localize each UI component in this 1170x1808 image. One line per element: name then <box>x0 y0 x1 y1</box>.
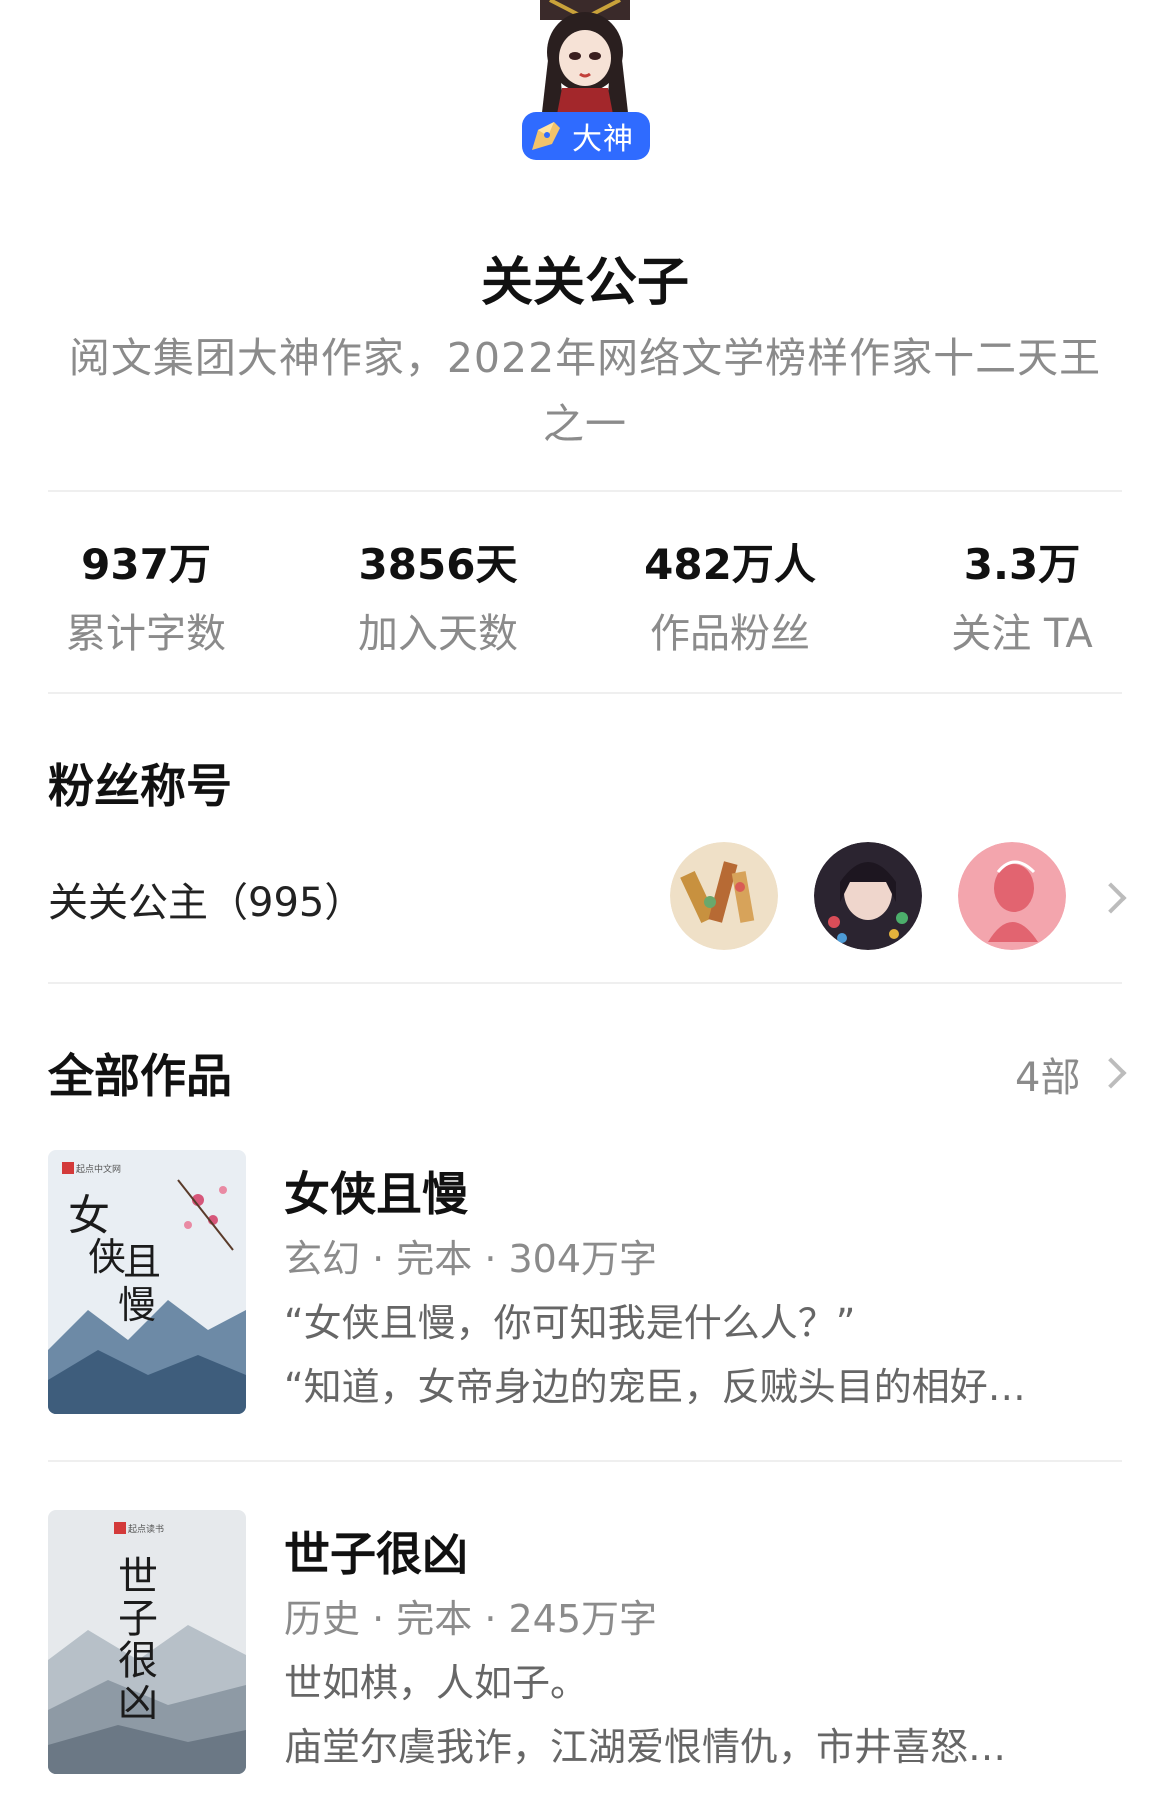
book-meta: 历史 · 完本 · 245万字 <box>284 1597 658 1641</box>
book-item[interactable]: 起点中文网 女 侠 且 慢 女侠且慢 玄幻 · 完本 · 304万字 “女侠且慢… <box>48 1150 1128 1420</box>
svg-text:女: 女 <box>68 1191 110 1240</box>
book-title: 女侠且慢 <box>284 1167 468 1221</box>
chevron-right-icon[interactable] <box>1095 1057 1127 1089</box>
stat-label: 关注 TA <box>951 611 1093 657</box>
svg-text:起点读书: 起点读书 <box>128 1523 164 1535</box>
stat-follow[interactable]: 3.3万 关注 TA <box>876 535 1168 659</box>
book-item[interactable]: 起点读书 世 子 很 凶 世子很凶 历史 · 完本 · 245万字 世如棋，人如… <box>48 1510 1128 1780</box>
divider <box>48 692 1122 694</box>
book-intro-line: “女侠且慢，你可知我是什么人？” <box>284 1301 856 1345</box>
stat-fans: 482万人 作品粉丝 <box>584 535 876 659</box>
fan-avatar[interactable] <box>670 842 778 950</box>
svg-text:子: 子 <box>118 1596 158 1642</box>
svg-text:很: 很 <box>118 1638 158 1684</box>
author-description: 阅文集团大神作家，2022年网络文学榜样作家十二天王之一 <box>68 334 1102 448</box>
works-section-title: 全部作品 <box>48 1049 232 1103</box>
svg-text:侠: 侠 <box>88 1235 126 1279</box>
fan-section-title: 粉丝称号 <box>48 759 232 813</box>
badge-label: 大神 <box>572 122 634 157</box>
stat-label: 累计字数 <box>66 611 226 657</box>
stat-value: 937万 <box>81 540 211 589</box>
stats-row: 937万 累计字数 3856天 加入天数 482万人 作品粉丝 3.3万 关注 … <box>0 535 1170 659</box>
book-cover[interactable]: 起点中文网 女 侠 且 慢 <box>48 1150 246 1414</box>
works-count[interactable]: 4部 <box>1015 1045 1080 1103</box>
stat-label: 作品粉丝 <box>650 611 810 657</box>
svg-text:起点中文网: 起点中文网 <box>76 1163 121 1175</box>
stat-value: 482万人 <box>644 540 816 589</box>
svg-text:凶: 凶 <box>118 1680 158 1726</box>
stat-value: 3.3万 <box>963 540 1081 589</box>
book-intro-line: “知道，女帝身边的宠臣，反贼头目的相好… <box>284 1365 1026 1409</box>
stat-label: 加入天数 <box>358 611 518 657</box>
book-title: 世子很凶 <box>284 1527 468 1581</box>
great-god-badge: 大神 <box>522 112 650 160</box>
divider <box>48 1460 1122 1462</box>
divider <box>48 490 1122 492</box>
book-cover[interactable]: 起点读书 世 子 很 凶 <box>48 1510 246 1774</box>
svg-text:慢: 慢 <box>118 1283 156 1327</box>
stat-total-words: 937万 累计字数 <box>0 535 292 659</box>
stat-join-days: 3856天 加入天数 <box>292 535 584 659</box>
divider <box>48 982 1122 984</box>
book-intro-line: 世如棋，人如子。 <box>284 1661 589 1705</box>
book-meta: 玄幻 · 完本 · 304万字 <box>284 1237 658 1281</box>
svg-text:世: 世 <box>118 1554 158 1600</box>
pen-nib-icon <box>532 122 560 150</box>
fan-avatar[interactable] <box>814 842 922 950</box>
svg-text:且: 且 <box>123 1240 161 1284</box>
fan-avatars[interactable] <box>670 842 1102 950</box>
fan-avatar[interactable] <box>958 842 1066 950</box>
fan-title[interactable]: 关关公主（995） <box>48 870 364 928</box>
book-intro-line: 庙堂尔虞我诈，江湖爱恨情仇，市井喜怒… <box>284 1725 1007 1769</box>
stat-value: 3856天 <box>358 540 518 589</box>
author-name: 关关公子 <box>480 253 689 313</box>
